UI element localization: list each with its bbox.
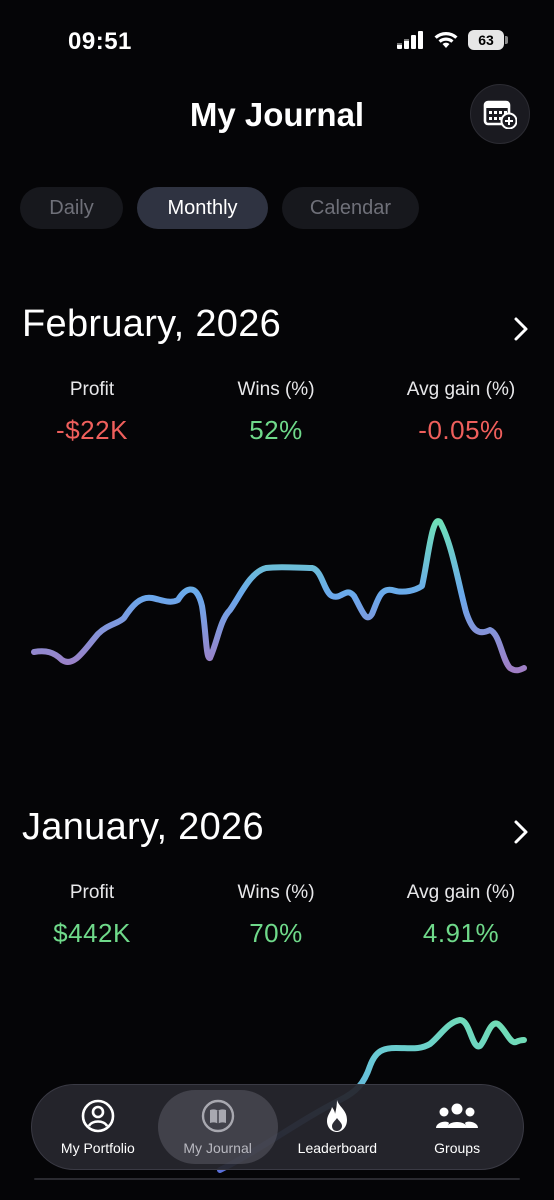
stat-label: Wins (%) — [237, 882, 315, 903]
stat-label: Avg gain (%) — [406, 379, 516, 400]
chevron-right-icon[interactable] — [510, 315, 532, 343]
stat-value: $442K — [53, 918, 131, 948]
people-icon — [436, 1103, 479, 1128]
stat-value: -$22K — [56, 415, 128, 445]
period-tabs: Daily Monthly Calendar — [20, 187, 419, 229]
stat-value: 52% — [249, 415, 303, 445]
home-indicator — [34, 1178, 520, 1180]
stat-label: Wins (%) — [237, 379, 315, 400]
equity-line — [31, 518, 527, 674]
tab-monthly[interactable]: Monthly — [137, 187, 268, 229]
tab-daily[interactable]: Daily — [20, 187, 123, 229]
wifi-icon — [434, 32, 458, 48]
nav-label: Leaderboard — [297, 1140, 378, 1156]
cellular-signal-icon — [397, 31, 423, 49]
nav-leaderboard[interactable]: Leaderboard — [278, 1090, 398, 1164]
person-circle-icon — [81, 1099, 115, 1133]
nav-label: My Journal — [183, 1140, 252, 1156]
status-time: 09:51 — [68, 28, 132, 55]
calendar-plus-icon — [483, 100, 517, 129]
flame-icon — [327, 1100, 348, 1132]
stat-label: Profit — [69, 882, 115, 903]
stat-wins: Wins (%) 52% — [186, 379, 366, 446]
february-equity-chart — [31, 518, 527, 674]
month-card-february[interactable]: February, 2026 Profit -$22K Wins (%) 52%… — [0, 303, 554, 463]
stat-avg-gain: Avg gain (%) -0.05% — [371, 379, 551, 446]
nav-my-journal[interactable]: My Journal — [157, 1090, 278, 1164]
stat-value: 70% — [249, 918, 303, 948]
chevron-right-icon[interactable] — [510, 818, 532, 846]
nav-label: Groups — [434, 1140, 481, 1156]
nav-groups[interactable]: Groups — [397, 1090, 517, 1164]
stat-label: Avg gain (%) — [406, 882, 516, 903]
battery-icon: 63 — [468, 30, 508, 50]
bottom-tab-bar: My Portfolio My Journal Leaderboard Grou… — [31, 1084, 524, 1170]
stat-wins: Wins (%) 70% — [186, 882, 366, 949]
stat-label: Profit — [69, 379, 115, 400]
stat-profit: Profit $442K — [2, 882, 182, 949]
nav-label: My Portfolio — [60, 1140, 135, 1156]
stat-value: 4.91% — [422, 918, 500, 948]
header: My Journal — [0, 84, 554, 144]
tab-calendar[interactable]: Calendar — [282, 187, 419, 229]
battery-level: 63 — [468, 30, 504, 50]
month-card-january[interactable]: January, 2026 Profit $442K Wins (%) 70% … — [0, 806, 554, 966]
month-title: February, 2026 — [22, 303, 282, 345]
status-bar: 09:51 63 — [0, 0, 554, 80]
add-calendar-button[interactable] — [470, 84, 530, 144]
month-title: January, 2026 — [22, 806, 264, 848]
stat-avg-gain: Avg gain (%) 4.91% — [371, 882, 551, 949]
book-icon — [201, 1099, 234, 1133]
nav-my-portfolio[interactable]: My Portfolio — [38, 1090, 158, 1164]
stat-value: -0.05% — [418, 415, 504, 445]
status-icons: 63 — [396, 30, 508, 50]
stat-profit: Profit -$22K — [2, 379, 182, 446]
